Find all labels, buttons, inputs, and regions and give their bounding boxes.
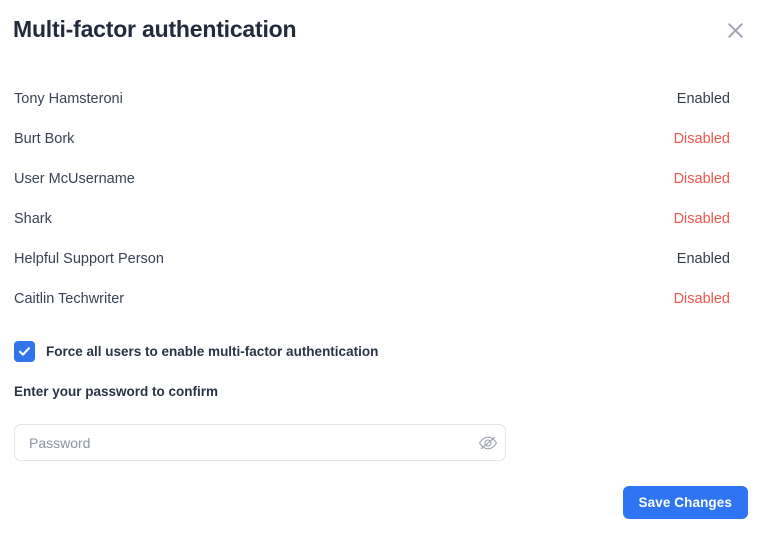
- table-row: Burt Bork Disabled: [0, 119, 762, 159]
- multi-factor-authentication-dialog: Multi-factor authentication Tony Hamster…: [0, 0, 762, 535]
- mfa-user-list: Tony Hamsteroni Enabled Burt Bork Disabl…: [0, 79, 762, 319]
- page-title: Multi-factor authentication: [13, 16, 297, 42]
- table-row: Shark Disabled: [0, 199, 762, 239]
- force-mfa-label[interactable]: Force all users to enable multi-factor a…: [46, 344, 378, 359]
- user-name: Caitlin Techwriter: [14, 291, 125, 307]
- toggle-password-visibility-button[interactable]: [471, 425, 505, 460]
- status-badge: Disabled: [673, 171, 730, 187]
- close-icon: [727, 22, 744, 39]
- dialog-footer: Save Changes: [0, 478, 762, 535]
- table-row: Caitlin Techwriter Disabled: [0, 279, 762, 319]
- table-row: Helpful Support Person Enabled: [0, 239, 762, 279]
- checkmark-icon: [18, 345, 31, 358]
- table-row: User McUsername Disabled: [0, 159, 762, 199]
- status-badge: Disabled: [673, 291, 730, 307]
- status-badge: Disabled: [673, 211, 730, 227]
- close-button[interactable]: [722, 17, 748, 43]
- user-name: User McUsername: [14, 171, 135, 187]
- status-badge: Enabled: [676, 91, 730, 107]
- password-field-wrapper[interactable]: [14, 424, 506, 461]
- user-name: Shark: [14, 211, 52, 227]
- force-mfa-row[interactable]: Force all users to enable multi-factor a…: [14, 341, 378, 362]
- status-badge: Disabled: [673, 131, 730, 147]
- status-badge: Enabled: [676, 251, 730, 267]
- password-label: Enter your password to confirm: [14, 384, 219, 399]
- user-name: Burt Bork: [14, 131, 75, 147]
- table-row: Tony Hamsteroni Enabled: [0, 79, 762, 119]
- eye-off-icon: [478, 435, 498, 451]
- user-name: Helpful Support Person: [14, 251, 164, 267]
- password-input[interactable]: [15, 425, 471, 460]
- dialog-header: Multi-factor authentication: [0, 0, 762, 62]
- user-name: Tony Hamsteroni: [14, 91, 123, 107]
- force-mfa-checkbox[interactable]: [14, 341, 35, 362]
- save-changes-button[interactable]: Save Changes: [622, 486, 748, 519]
